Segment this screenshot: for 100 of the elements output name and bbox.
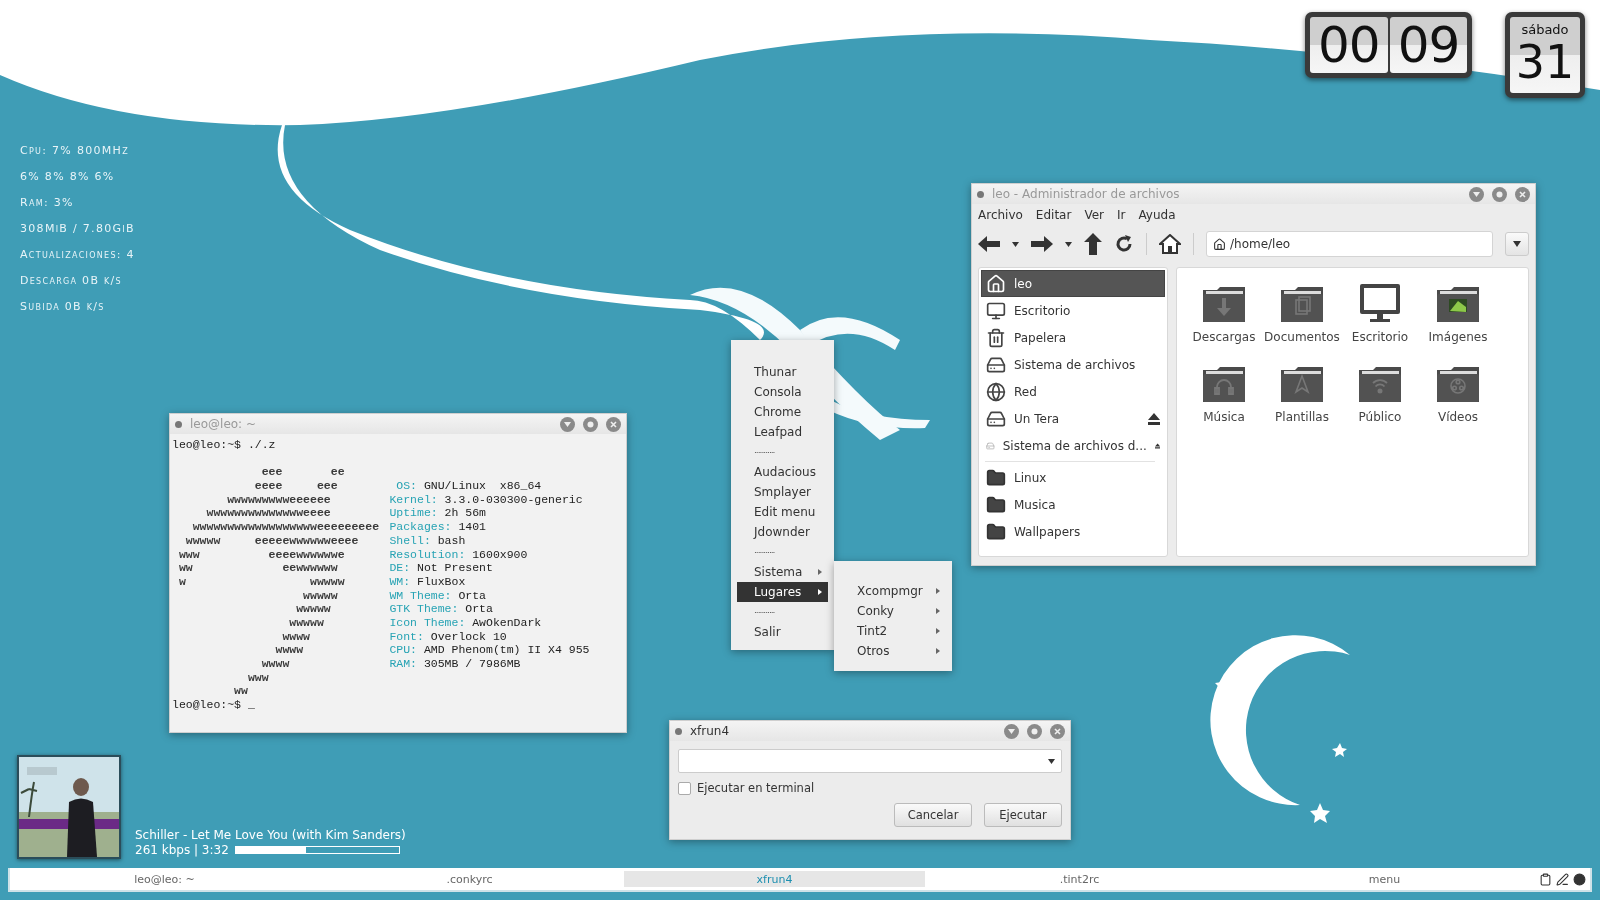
- window-title: xfrun4: [690, 724, 731, 738]
- folder-item[interactable]: Vídeos: [1419, 362, 1497, 442]
- folder-icon: [986, 494, 1006, 515]
- chevron-icon: [818, 569, 822, 575]
- forward-button[interactable]: [1031, 235, 1053, 253]
- ascii-art-line: eee ee: [260, 465, 346, 480]
- launcher-entry[interactable]: Consola: [737, 382, 828, 402]
- caret-icon[interactable]: [1048, 758, 1055, 764]
- folder-item[interactable]: Imágenes: [1419, 282, 1497, 362]
- folder-item[interactable]: Documentos: [1263, 282, 1341, 362]
- sidebar-item[interactable]: Papelera: [981, 324, 1165, 351]
- up-button[interactable]: [1084, 233, 1102, 255]
- menu-bar-item[interactable]: Editar: [1035, 207, 1072, 222]
- launcher-entry[interactable]: Sistema: [737, 562, 828, 582]
- globe-icon: [986, 381, 1006, 402]
- ascii-art-line: ww: [233, 684, 249, 699]
- dropdown-button[interactable]: [1505, 232, 1529, 256]
- close-button[interactable]: [1515, 186, 1530, 202]
- reload-icon: [1114, 234, 1134, 254]
- launcher-entry[interactable]: Salir: [737, 622, 828, 642]
- pen-icon[interactable]: [1556, 872, 1569, 886]
- minimize-icon: [1008, 728, 1015, 734]
- ascii-art-line: wwww: [274, 643, 305, 657]
- clock-hours: 00: [1317, 17, 1381, 73]
- cursor: _: [247, 698, 255, 712]
- sidebar-item[interactable]: Sistema de archivos: [981, 351, 1165, 378]
- system-info-line: DE: Not Present: [389, 561, 493, 575]
- maximize-button[interactable]: [1492, 186, 1507, 202]
- sidebar-item[interactable]: Wallpapers: [981, 518, 1165, 545]
- close-button[interactable]: [1050, 723, 1065, 739]
- menu-bar-item[interactable]: Archivo: [978, 207, 1023, 222]
- taskbar-item[interactable]: .tint2rc: [929, 871, 1230, 887]
- sidebar-item[interactable]: Musica: [981, 491, 1165, 518]
- reload-button[interactable]: [1114, 234, 1134, 254]
- menu-separator: ...........: [753, 444, 775, 457]
- menu-bar-item[interactable]: Ver: [1084, 207, 1104, 222]
- ascii-art-line: wwwww: [302, 588, 339, 603]
- launcher-entry[interactable]: Lugares: [737, 582, 828, 602]
- taskbar-item[interactable]: leo@leo: ~: [14, 871, 315, 887]
- minimize-button[interactable]: [560, 416, 575, 432]
- clipboard-icon[interactable]: [1539, 872, 1552, 886]
- launcher-entry[interactable]: Otros: [840, 641, 946, 661]
- launcher-entry[interactable]: Edit menu: [737, 502, 828, 522]
- back-button[interactable]: [978, 235, 1000, 253]
- system-info-line: WM: FluxBox: [389, 574, 466, 589]
- folder-icon: [986, 467, 1006, 488]
- window-menu-icon[interactable]: [675, 727, 682, 735]
- minimize-button[interactable]: [1469, 186, 1484, 202]
- system-info-line: Uptime: 2h 56m: [389, 506, 486, 521]
- ascii-art-line: www eeeewwwwwwe: [177, 547, 346, 562]
- sidebar-item[interactable]: Sistema de archivos d...: [981, 432, 1165, 459]
- sidebar-item[interactable]: leo: [981, 270, 1165, 297]
- launcher-entry[interactable]: Smplayer: [737, 482, 828, 502]
- home-button[interactable]: [1159, 234, 1181, 254]
- maximize-button[interactable]: [583, 416, 598, 432]
- dropdown-button[interactable]: [1065, 241, 1072, 247]
- minimize-icon: [1473, 191, 1480, 197]
- dialog-button[interactable]: Ejecutar: [984, 803, 1062, 827]
- launcher-entry[interactable]: Chrome: [737, 402, 828, 422]
- system-info-line: Shell: bash: [389, 533, 466, 548]
- launcher-entry[interactable]: Xcompmgr: [840, 581, 946, 601]
- sidebar-item[interactable]: Escritorio: [981, 297, 1165, 324]
- launcher-entry[interactable]: Jdownder: [737, 522, 828, 542]
- run-in-terminal-checkbox[interactable]: Ejecutar en terminal: [678, 781, 815, 795]
- launcher-entry[interactable]: Audacious: [737, 462, 828, 482]
- eject-icon[interactable]: [1148, 412, 1160, 425]
- sidebar-item[interactable]: Red: [981, 378, 1165, 405]
- maximize-button[interactable]: [1027, 723, 1042, 739]
- home-icon: [1213, 237, 1226, 251]
- command-field[interactable]: [678, 749, 1062, 773]
- system-info-line: OS: GNU/Linux x86_64: [395, 479, 542, 493]
- location-field[interactable]: /home/leo: [1206, 231, 1493, 257]
- sidebar-item[interactable]: Un Tera: [981, 405, 1165, 432]
- dropdown-button[interactable]: [1012, 241, 1019, 247]
- sidebar-item[interactable]: Linux: [981, 464, 1165, 491]
- taskbar-item[interactable]: .conkyrc: [319, 871, 620, 887]
- ascii-art-line: wwwwwwwwweeeeee: [226, 492, 332, 507]
- launcher-entry[interactable]: Thunar: [737, 362, 828, 382]
- window-menu-icon[interactable]: [175, 420, 182, 428]
- close-button[interactable]: [606, 416, 621, 432]
- window-title: leo@leo: ~: [190, 417, 258, 431]
- launcher-entry[interactable]: Tint2: [840, 621, 946, 641]
- folder-item[interactable]: Descargas: [1185, 282, 1263, 362]
- dialog-button[interactable]: Cancelar: [894, 803, 972, 827]
- folder-item[interactable]: Plantillas: [1263, 362, 1341, 442]
- menu-bar-item[interactable]: Ir: [1117, 207, 1126, 222]
- track-title: Schiller - Let Me Love You (with Kim Sanders): [135, 828, 406, 842]
- folder-item[interactable]: Música: [1185, 362, 1263, 442]
- system-monitor-text: Cpu: 7% 800MHz: [20, 143, 129, 158]
- window-menu-icon[interactable]: [977, 190, 984, 198]
- folder-item[interactable]: Público: [1341, 362, 1419, 442]
- progress-bar[interactable]: [234, 846, 400, 854]
- minimize-button[interactable]: [1004, 723, 1019, 739]
- folder-item[interactable]: Escritorio: [1341, 282, 1419, 362]
- launcher-entry[interactable]: Conky: [840, 601, 946, 621]
- taskbar-item[interactable]: menu: [1234, 871, 1535, 887]
- menu-bar-item[interactable]: Ayuda: [1138, 207, 1176, 222]
- circle-icon[interactable]: [1573, 872, 1586, 886]
- launcher-entry[interactable]: Leafpad: [737, 422, 828, 442]
- home-icon: [1159, 234, 1181, 254]
